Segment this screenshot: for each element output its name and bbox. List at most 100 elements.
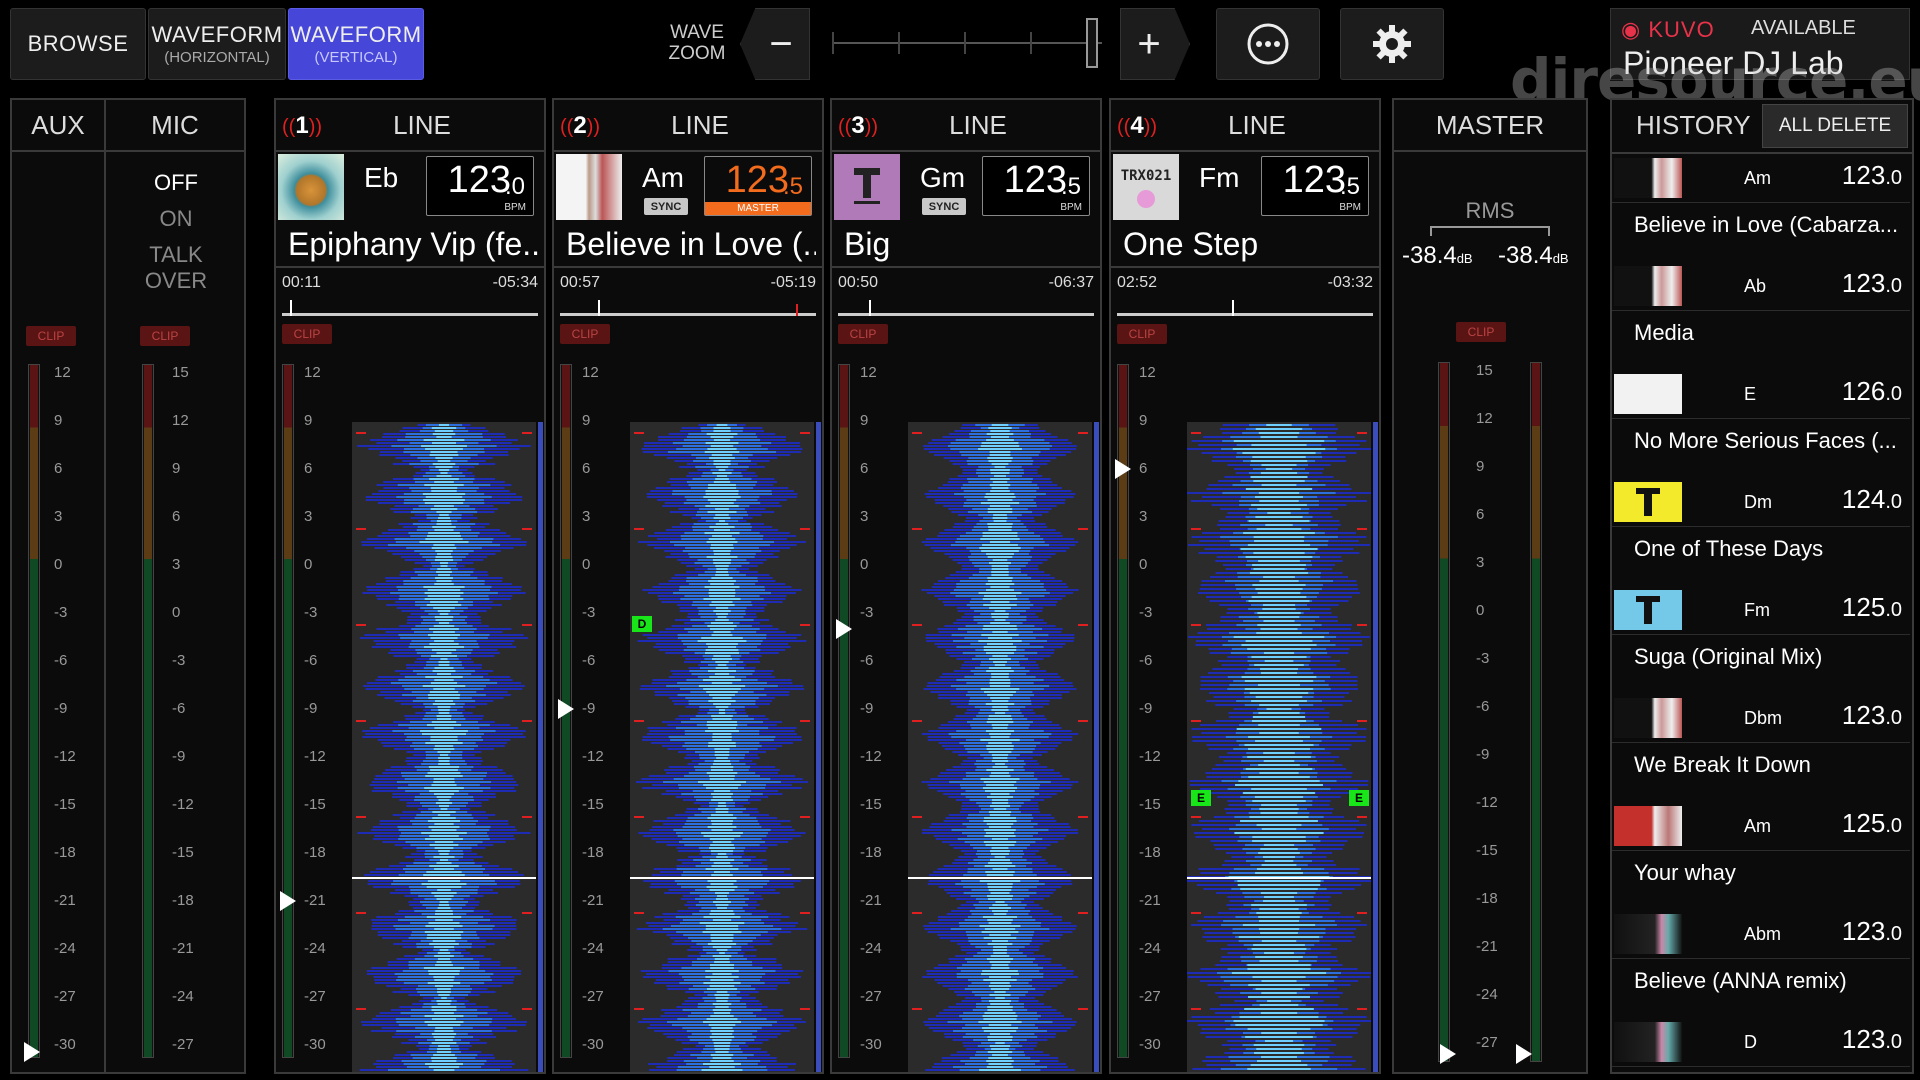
bpm-integer: 123	[725, 159, 789, 201]
history-item[interactable]: Ab 123.0	[1612, 264, 1910, 308]
scale-label: -24	[860, 940, 882, 957]
scale-label: 0	[54, 556, 63, 573]
track-overview[interactable]	[282, 300, 538, 316]
history-item-title[interactable]: Your whay	[1634, 860, 1904, 886]
history-bpm: 124.0	[1842, 484, 1902, 515]
mic-option-talkover[interactable]: TALK OVER	[116, 242, 236, 294]
waveform-graphic	[1187, 424, 1371, 1070]
more-button[interactable]	[1216, 8, 1320, 80]
mic-option-on[interactable]: ON	[116, 206, 236, 232]
waveform-vertical-button[interactable]: WAVEFORM (VERTICAL)	[288, 8, 424, 80]
history-bpm: 123.0	[1842, 1024, 1902, 1055]
vertical-waveform[interactable]	[630, 422, 814, 1072]
history-item[interactable]: Am 125.0	[1612, 804, 1910, 848]
sync-button[interactable]: SYNC	[644, 198, 688, 215]
history-bpm-int: 126	[1841, 376, 1886, 406]
deck-number-text: 1	[295, 112, 309, 139]
hot-cue-marker[interactable]: D	[632, 616, 652, 632]
scale-label: -9	[54, 700, 68, 717]
track-times: 02:52 -03:32	[1117, 274, 1373, 292]
channel-scale: 12 9 6 3 0 -3 -6 -9 -12 -15 -18 -21 -24 -27 -30	[304, 364, 340, 1064]
scale-label: -15	[304, 796, 326, 813]
wf-v-sublabel: (VERTICAL)	[314, 49, 398, 66]
vertical-waveform[interactable]	[352, 422, 536, 1072]
mic-option-off[interactable]: OFF	[116, 170, 236, 196]
history-item[interactable]: Abm 123.0	[1612, 912, 1910, 956]
history-item[interactable]: E 126.0	[1612, 372, 1910, 416]
all-delete-button[interactable]: ALL DELETE	[1762, 104, 1908, 148]
bpm-display: 123.5 BPM	[982, 156, 1090, 216]
track-overview[interactable]	[838, 300, 1094, 316]
bpm-decimal: .0	[504, 173, 525, 200]
scale-label: -27	[582, 988, 604, 1005]
scale-label: -6	[172, 700, 186, 717]
deck-number: ((2))	[560, 112, 600, 140]
wave-zoom-slider[interactable]	[832, 18, 1102, 68]
waveform-horizontal-button[interactable]: WAVEFORM (HORIZONTAL)	[148, 8, 286, 80]
divider	[276, 266, 544, 268]
scale-label: -9	[1139, 700, 1153, 717]
level-marker	[558, 699, 574, 719]
t-logo-icon	[1636, 488, 1660, 516]
channel-scale: 12 9 6 3 0 -3 -6 -9 -12 -15 -18 -21 -24 -27 -30	[1139, 364, 1175, 1064]
scale-label: -24	[1476, 986, 1498, 1003]
zoom-in-button[interactable]: +	[1120, 8, 1190, 80]
history-key: Abm	[1744, 924, 1782, 944]
scale-label: 12	[172, 412, 189, 429]
history-item-title[interactable]: Suga (Original Mix)	[1634, 644, 1904, 670]
vertical-waveform[interactable]	[908, 422, 1092, 1072]
art-label: TRX021	[1120, 168, 1172, 184]
slider-knob[interactable]	[1086, 18, 1098, 68]
scale-label: -30	[860, 1036, 882, 1053]
browse-button[interactable]: BROWSE	[10, 8, 146, 80]
track-times: 00:50 -06:37	[838, 274, 1094, 292]
t-logo-icon	[854, 168, 880, 204]
history-item[interactable]: Dm 124.0	[1612, 480, 1910, 524]
scale-label: 0	[304, 556, 313, 573]
history-bpm-dec: .0	[1885, 923, 1902, 945]
deck-key: Am	[642, 162, 684, 193]
history-artwork	[1614, 590, 1682, 630]
history-item-title[interactable]: No More Serious Faces (...	[1634, 428, 1904, 454]
scale-label: 0	[1476, 602, 1485, 619]
hot-cue-marker[interactable]: E	[1349, 790, 1369, 806]
scale-label: -3	[54, 604, 68, 621]
aux-mic-panel: AUX MIC OFF ON TALK OVER CLIP CLIP 12 9 6 3…	[10, 98, 246, 1074]
mic-scale: 15 12 9 6 3 0 -3 -6 -9 -12 -15 -18 -21 -24 -27	[172, 364, 212, 1064]
history-key: Dbm	[1744, 708, 1783, 728]
track-overview[interactable]	[1117, 300, 1373, 316]
divider	[554, 266, 822, 268]
history-item[interactable]: Am 123.0	[1612, 156, 1910, 200]
waveform-side-bar	[816, 422, 821, 1072]
settings-button[interactable]	[1340, 8, 1444, 80]
history-item-title[interactable]: Believe (ANNA remix)	[1634, 968, 1904, 994]
scale-label: -15	[54, 796, 76, 813]
history-item-title[interactable]: We Break It Down	[1634, 752, 1904, 778]
sync-button[interactable]: SYNC	[922, 198, 966, 215]
history-bpm: 123.0	[1842, 160, 1902, 191]
history-item[interactable]: Dbm 123.0	[1612, 696, 1910, 740]
history-item-title[interactable]: Media	[1634, 320, 1904, 346]
scale-label: -30	[304, 1036, 326, 1053]
history-item-title[interactable]: Believe in Love (Cabarza...	[1634, 212, 1904, 238]
scale-label: 3	[1139, 508, 1148, 525]
deck-1-panel: ((1)) LINE Eb 123.0 BPM Epiphany Vip (fe... 00…	[274, 98, 546, 1074]
scale-label: 3	[1476, 554, 1485, 571]
history-item[interactable]: D 123.0	[1612, 1020, 1910, 1064]
history-item[interactable]: Fm 125.0	[1612, 588, 1910, 632]
browse-label: BROWSE	[27, 31, 129, 56]
channel-scale: 12 9 6 3 0 -3 -6 -9 -12 -15 -18 -21 -24 -27 -30	[582, 364, 618, 1064]
zoom-out-button[interactable]: −	[740, 8, 810, 80]
scale-label: -9	[582, 700, 596, 717]
track-overview[interactable]	[560, 300, 816, 316]
history-label[interactable]: HISTORY	[1636, 110, 1751, 141]
scale-label: 0	[582, 556, 591, 573]
vertical-waveform[interactable]	[1187, 422, 1371, 1072]
hot-cue-marker[interactable]: E	[1191, 790, 1211, 806]
history-separator	[1612, 310, 1910, 311]
aux-clip-indicator: CLIP	[26, 326, 76, 346]
master-level-marker-right	[1516, 1044, 1532, 1064]
master-label: MASTER	[1394, 100, 1586, 152]
history-bpm: 125.0	[1842, 592, 1902, 623]
history-item-title[interactable]: One of These Days	[1634, 536, 1904, 562]
